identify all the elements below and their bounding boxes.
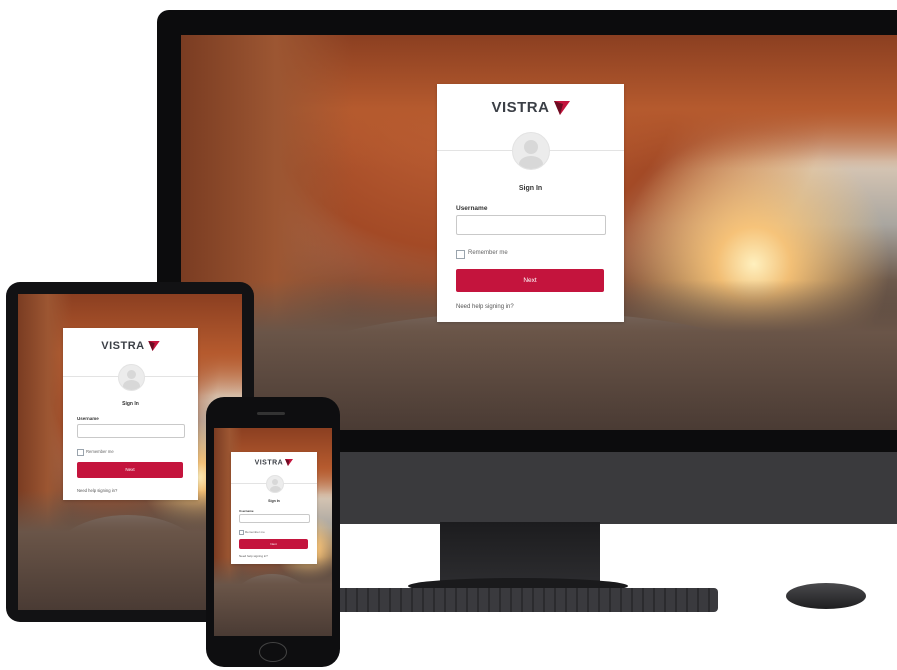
phone-home-button[interactable]: [259, 642, 287, 662]
remember-me-label: Remember me: [468, 250, 508, 256]
login-card-tablet: VISTRA Sign In Username Remember me Next…: [63, 328, 198, 500]
help-link[interactable]: Need help signing in?: [456, 304, 514, 310]
keyboard: [336, 588, 718, 612]
sign-in-title: Sign In: [268, 499, 280, 503]
username-label: Username: [77, 416, 99, 421]
remember-me-checkbox[interactable]: [239, 530, 244, 535]
username-input[interactable]: [77, 424, 185, 438]
vistra-logo-icon: [285, 459, 294, 466]
next-button[interactable]: Next: [456, 269, 604, 292]
help-link[interactable]: Need help signing in?: [77, 488, 117, 493]
vistra-logo-icon: [148, 341, 160, 352]
vistra-logo-icon: [553, 101, 570, 116]
username-label: Username: [239, 509, 254, 513]
phone-speaker: [257, 412, 285, 415]
remember-me-label: Remember me: [86, 449, 114, 454]
remember-me-label: Remember me: [245, 530, 265, 534]
mouse: [786, 583, 866, 609]
sign-in-title: Sign In: [122, 401, 139, 407]
next-button[interactable]: Next: [239, 539, 308, 549]
avatar-icon: [266, 475, 284, 493]
remember-me-checkbox[interactable]: [77, 449, 84, 456]
avatar-icon: [512, 132, 550, 170]
next-button[interactable]: Next: [77, 462, 183, 478]
remember-me-checkbox[interactable]: [456, 250, 465, 259]
vistra-logo: VISTRA: [437, 99, 624, 116]
avatar-icon: [118, 364, 145, 391]
username-label: Username: [456, 205, 488, 212]
sign-in-title: Sign In: [518, 185, 543, 192]
vistra-logo: VISTRA: [63, 340, 198, 352]
username-input[interactable]: [239, 514, 310, 523]
login-card-desktop: VISTRA Sign In Username Remember me Next…: [437, 84, 624, 322]
vistra-logo: VISTRA: [231, 459, 317, 466]
username-input[interactable]: [456, 215, 606, 235]
login-card-phone: VISTRA Sign In Username Remember me Next…: [231, 452, 317, 564]
help-link[interactable]: Need help signing in?: [239, 554, 268, 558]
